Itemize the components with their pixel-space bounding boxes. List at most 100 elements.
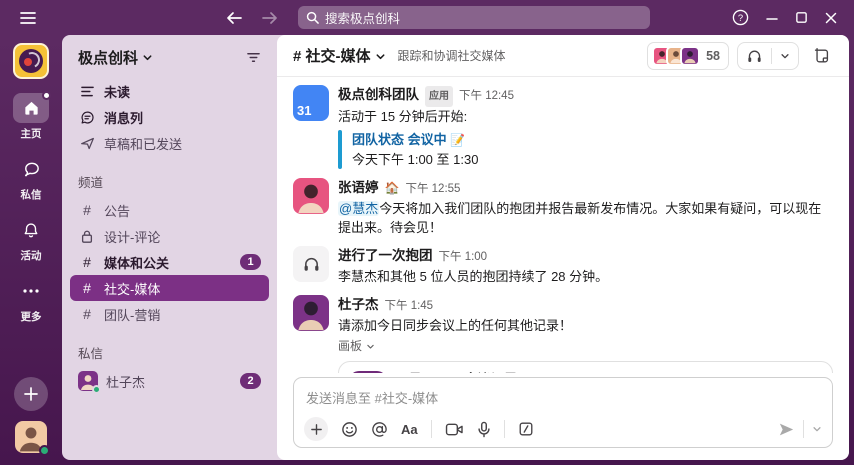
hamburger-menu-icon[interactable] bbox=[14, 5, 42, 31]
channel-title[interactable]: # 社交-媒体 bbox=[293, 45, 371, 66]
channel-label: 公告 bbox=[104, 201, 130, 220]
channel-sidebar: 极点创科 未读 bbox=[62, 35, 277, 460]
message-author[interactable]: 张语婷 bbox=[338, 178, 379, 197]
filter-icon[interactable] bbox=[246, 51, 261, 64]
hash-icon: # bbox=[78, 202, 96, 218]
create-new-button[interactable] bbox=[14, 377, 48, 411]
headphones-icon bbox=[738, 43, 771, 69]
memo-emoji: 📝 bbox=[450, 133, 465, 147]
message-timestamp[interactable]: 下午 1:00 bbox=[439, 248, 488, 267]
threads-icon bbox=[78, 110, 96, 125]
sidebar-item-label: 消息列 bbox=[104, 108, 143, 127]
sidebar-channel-social-media[interactable]: # 社交-媒体 bbox=[70, 275, 269, 301]
ellipsis-icon bbox=[22, 288, 40, 294]
rail-item-dms[interactable]: 私信 bbox=[13, 154, 49, 202]
huddle-avatar bbox=[293, 246, 329, 282]
member-avatar[interactable] bbox=[293, 178, 329, 214]
member-avatar bbox=[680, 46, 700, 66]
top-bar: 搜索极点创科 ? bbox=[0, 0, 854, 35]
message-text: 活动于 15 分钟后开始: bbox=[338, 107, 833, 126]
app-window: 搜索极点创科 ? bbox=[0, 0, 854, 465]
message-text: @慧杰今天将加入我们团队的抱团并报告最新发布情况。大家如果有疑问，可以现在提出来… bbox=[338, 199, 833, 237]
huddle-button[interactable] bbox=[737, 42, 799, 70]
message-timestamp[interactable]: 下午 1:45 bbox=[385, 297, 434, 316]
rail-item-home[interactable]: 主页 bbox=[13, 93, 49, 141]
status-emoji: 🏠 bbox=[385, 179, 400, 198]
search-input[interactable]: 搜索极点创科 bbox=[298, 6, 650, 29]
event-block: 团队状态 会议中 📝 今天下午 1:00 至 1:30 bbox=[338, 130, 833, 169]
message-timestamp[interactable]: 下午 12:45 bbox=[459, 87, 514, 106]
huddle-options-chevron[interactable] bbox=[772, 43, 798, 69]
rail-activity-label: 活动 bbox=[21, 248, 42, 263]
message-duzijie: 杜子杰 下午 1:45 请添加今日同步会议上的任何其他记录！ 画板 bbox=[293, 295, 833, 373]
message-timestamp[interactable]: 下午 12:55 bbox=[405, 180, 460, 199]
message-composer[interactable]: 发送消息至 #社交-媒体 Aa bbox=[293, 377, 833, 448]
sidebar-channel-team-marketing[interactable]: # 团队-营销 bbox=[70, 301, 269, 327]
message-author[interactable]: 杜子杰 bbox=[338, 295, 379, 314]
sidebar-item-unreads[interactable]: 未读 bbox=[70, 78, 269, 104]
sidebar-item-threads[interactable]: 消息列 bbox=[70, 104, 269, 130]
emoji-button[interactable] bbox=[341, 421, 358, 438]
sidebar-channel-media-pr[interactable]: # 媒体和公关 1 bbox=[70, 249, 269, 275]
sidebar-item-drafts[interactable]: 草稿和已发送 bbox=[70, 130, 269, 156]
sidebar-channel-design-review[interactable]: 设计-评论 bbox=[70, 223, 269, 249]
attach-plus-button[interactable] bbox=[304, 417, 328, 441]
main-panel: # 社交-媒体 跟踪和协调社交媒体 58 bbox=[277, 35, 849, 460]
send-options-chevron[interactable] bbox=[812, 424, 822, 434]
hash-icon: # bbox=[78, 254, 96, 270]
channel-label: 社交-媒体 bbox=[104, 279, 160, 298]
video-clip-button[interactable] bbox=[445, 422, 464, 437]
user-avatar[interactable] bbox=[15, 421, 47, 453]
message-text: 请添加今日同步会议上的任何其他记录！ bbox=[338, 316, 833, 335]
message-huddle-summary: 进行了一次抱团 下午 1:00 李慧杰和其他 5 位人员的抱团持续了 28 分钟… bbox=[293, 246, 833, 286]
rail-more-label: 更多 bbox=[21, 309, 42, 324]
minimize-button[interactable] bbox=[765, 11, 779, 25]
mention-button[interactable] bbox=[371, 421, 388, 438]
sidebar-channel-announcements[interactable]: # 公告 bbox=[70, 197, 269, 223]
history-back-button[interactable] bbox=[220, 5, 248, 31]
channel-label: 设计-评论 bbox=[104, 227, 160, 246]
audio-clip-button[interactable] bbox=[477, 421, 491, 438]
close-button[interactable] bbox=[824, 11, 838, 25]
message-list[interactable]: 31 极点创科团队 应用 下午 12:45 活动于 15 分钟后开始: bbox=[277, 77, 849, 373]
message-text: 李慧杰和其他 5 位人员的抱团持续了 28 分钟。 bbox=[338, 267, 833, 286]
message-author[interactable]: 极点创科团队 bbox=[338, 85, 419, 104]
channel-label: 媒体和公关 bbox=[104, 253, 169, 272]
paper-plane-icon bbox=[78, 136, 96, 151]
message-author: 进行了一次抱团 bbox=[338, 246, 433, 265]
maximize-button[interactable] bbox=[795, 11, 808, 24]
canvas-icon bbox=[349, 371, 387, 374]
channel-header: # 社交-媒体 跟踪和协调社交媒体 58 bbox=[277, 35, 849, 77]
rail-item-more[interactable]: 更多 bbox=[13, 276, 49, 324]
workspace-name[interactable]: 极点创科 bbox=[78, 47, 138, 68]
sidebar-item-label: 未读 bbox=[104, 82, 130, 101]
unread-badge: 1 bbox=[240, 254, 261, 270]
calendar-app-avatar[interactable]: 31 bbox=[293, 85, 329, 121]
help-button[interactable]: ? bbox=[732, 9, 749, 26]
shortcuts-button[interactable] bbox=[518, 421, 534, 437]
search-placeholder: 搜索极点创科 bbox=[325, 8, 400, 27]
new-canvas-button[interactable] bbox=[807, 42, 837, 70]
home-icon bbox=[22, 99, 41, 117]
dms-section-header[interactable]: 私信 bbox=[70, 343, 269, 368]
sidebar-item-label: 草稿和已发送 bbox=[104, 134, 182, 153]
format-button[interactable]: Aa bbox=[401, 422, 418, 437]
composer-placeholder[interactable]: 发送消息至 #社交-媒体 bbox=[304, 386, 822, 417]
attachment-type-toggle[interactable]: 画板 bbox=[338, 337, 833, 356]
dm-avatar bbox=[78, 371, 98, 391]
history-forward-button[interactable] bbox=[256, 5, 284, 31]
send-button[interactable] bbox=[778, 422, 795, 437]
unreads-icon bbox=[78, 85, 96, 98]
channel-topic[interactable]: 跟踪和协调社交媒体 bbox=[398, 47, 506, 64]
hash-icon: # bbox=[78, 280, 96, 296]
sidebar-dm-duzijie[interactable]: 杜子杰 2 bbox=[70, 368, 269, 394]
event-link[interactable]: 团队状态 会议中 bbox=[352, 132, 447, 147]
rail-item-activity[interactable]: 活动 bbox=[13, 215, 49, 263]
channels-section-header[interactable]: 频道 bbox=[70, 172, 269, 197]
user-mention[interactable]: @慧杰 bbox=[338, 201, 379, 216]
channel-label: 团队-营销 bbox=[104, 305, 160, 324]
workspace-switcher-logo[interactable] bbox=[13, 43, 49, 79]
member-facepile[interactable]: 58 bbox=[647, 42, 729, 70]
canvas-card[interactable]: 1 月 9 日，会议记录 画板 bbox=[338, 361, 833, 373]
member-avatar[interactable] bbox=[293, 295, 329, 331]
